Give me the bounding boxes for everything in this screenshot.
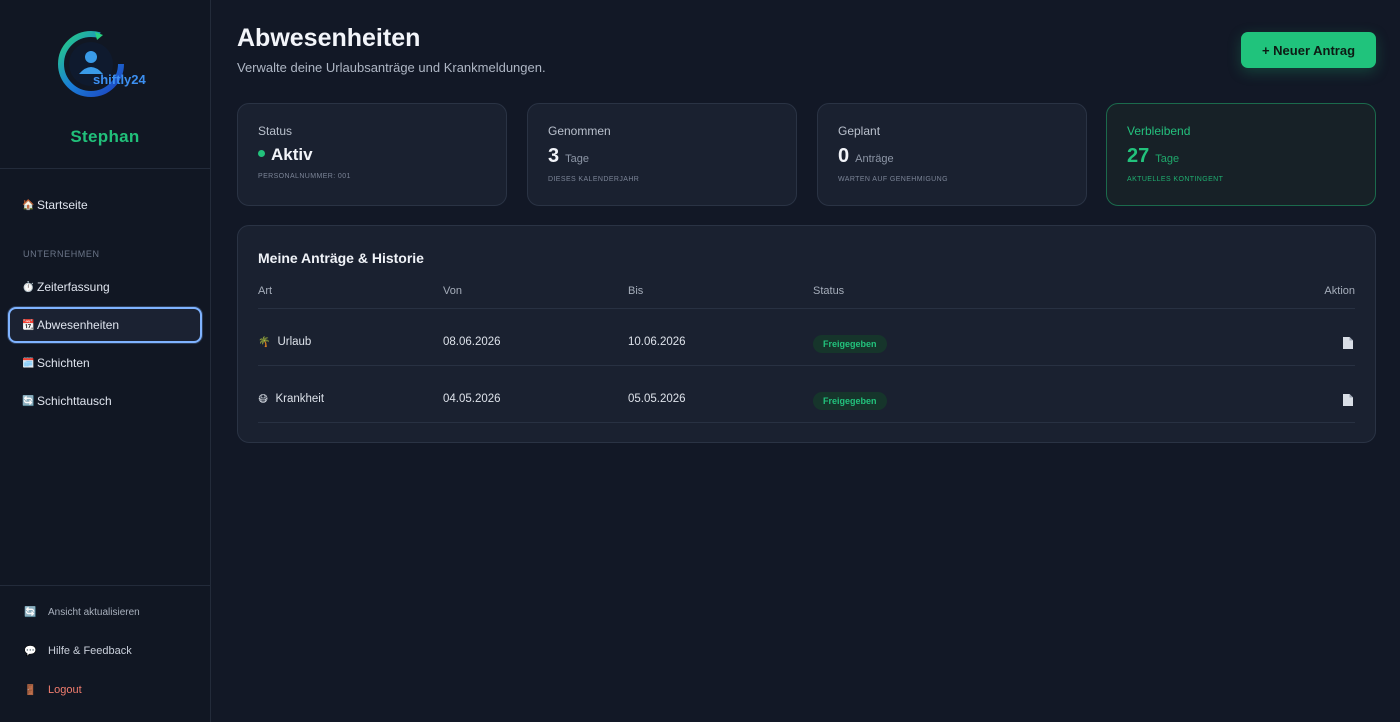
- app-logo[interactable]: shiftly24: [55, 30, 155, 102]
- help-feedback-button[interactable]: 💬 Hilfe & Feedback: [24, 645, 132, 657]
- card-unit: Anträge: [855, 153, 894, 165]
- card-value: 27: [1127, 145, 1150, 167]
- card-note: WARTEN AUF GENEHMIGUNG: [838, 176, 948, 183]
- sidebar: shiftly24 Stephan 🏠 Startseite UNTERNEHM…: [0, 0, 211, 722]
- remaining-card: Verbleibend 27 Tage AKTUELLES KONTINGENT: [1106, 103, 1376, 206]
- refresh-view-button[interactable]: 🔄 Ansicht aktualisieren: [24, 607, 140, 618]
- main-content: Abwesenheiten Verwalte deine Urlaubsantr…: [211, 0, 1400, 722]
- card-note: AKTUELLES KONTINGENT: [1127, 176, 1224, 183]
- taken-card: Genommen 3 Tage DIESES KALENDERJAHR: [527, 103, 797, 206]
- sidebar-nav: 🏠 Startseite UNTERNEHMEN ⏱️ Zeiterfassun…: [0, 169, 210, 585]
- row-from: 08.06.2026: [443, 336, 501, 348]
- status-badge: Freigegeben: [813, 335, 887, 353]
- refresh-icon: 🔄: [24, 607, 37, 618]
- sidebar-footer: 🔄 Ansicht aktualisieren 💬 Hilfe & Feedba…: [0, 585, 210, 722]
- card-note: PERSONALNUMMER: 001: [258, 173, 351, 180]
- sidebar-item-label: Startseite: [37, 198, 88, 212]
- swap-icon: 🔄: [22, 395, 35, 407]
- stopwatch-icon: ⏱️: [22, 281, 35, 293]
- logout-label: Logout: [48, 684, 82, 696]
- column-header-status: Status: [813, 285, 845, 297]
- user-name: Stephan: [70, 127, 140, 146]
- row-divider: [258, 365, 1355, 366]
- refresh-view-label: Ansicht aktualisieren: [48, 607, 140, 618]
- row-type: 🌴 Urlaub: [258, 336, 311, 348]
- sidebar-item-abwesenheiten[interactable]: 📆 Abwesenheiten: [8, 307, 202, 343]
- card-value: Aktiv: [271, 145, 313, 164]
- logout-button[interactable]: 🚪 Logout: [24, 684, 82, 696]
- brand-area: shiftly24 Stephan: [0, 0, 210, 169]
- card-unit: Tage: [565, 153, 589, 165]
- sick-face-icon: 😷: [258, 393, 269, 405]
- door-icon: 🚪: [24, 684, 37, 696]
- row-divider: [258, 422, 1355, 423]
- new-request-button[interactable]: + Neuer Antrag: [1241, 32, 1376, 68]
- nav-section-label: UNTERNEHMEN: [23, 249, 100, 259]
- page-subtitle: Verwalte deine Urlaubsanträge und Krankm…: [237, 60, 546, 75]
- row-type: 😷 Krankheit: [258, 393, 324, 405]
- row-to: 10.06.2026: [628, 336, 686, 348]
- help-feedback-label: Hilfe & Feedback: [48, 645, 132, 657]
- sidebar-item-schichten[interactable]: 🗓️ Schichten: [8, 345, 202, 381]
- card-value: 3: [548, 145, 560, 167]
- card-note: DIESES KALENDERJAHR: [548, 176, 640, 183]
- sidebar-item-startseite[interactable]: 🏠 Startseite: [8, 187, 202, 223]
- history-panel: Meine Anträge & Historie Art Von Bis Sta…: [237, 225, 1376, 443]
- document-icon[interactable]: [1343, 337, 1353, 349]
- calendar-pad-icon: 🗓️: [22, 357, 35, 369]
- speech-bubble-icon: 💬: [24, 645, 37, 657]
- column-header-bis: Bis: [628, 285, 644, 297]
- card-label: Verbleibend: [1127, 124, 1191, 138]
- card-label: Genommen: [548, 124, 611, 138]
- row-from: 04.05.2026: [443, 393, 501, 405]
- column-header-von: Von: [443, 285, 462, 297]
- history-title: Meine Anträge & Historie: [258, 250, 424, 266]
- svg-text:shiftly24: shiftly24: [93, 72, 147, 87]
- document-icon[interactable]: [1343, 394, 1353, 406]
- status-dot-icon: [258, 150, 265, 157]
- card-label: Geplant: [838, 124, 881, 138]
- status-card: Status Aktiv PERSONALNUMMER: 001: [237, 103, 507, 206]
- status-badge: Freigegeben: [813, 392, 887, 410]
- row-type-label: Urlaub: [277, 336, 312, 348]
- page-title: Abwesenheiten: [237, 24, 421, 52]
- palm-tree-icon: 🌴: [258, 336, 271, 348]
- card-value: 0: [838, 145, 850, 167]
- sidebar-item-label: Zeiterfassung: [37, 280, 110, 294]
- calendar-icon: 📆: [22, 319, 35, 331]
- planned-card: Geplant 0 Anträge WARTEN AUF GENEHMIGUNG: [817, 103, 1087, 206]
- home-icon: 🏠: [22, 199, 35, 211]
- row-to: 05.05.2026: [628, 393, 686, 405]
- sidebar-item-label: Schichten: [37, 356, 90, 370]
- card-label: Status: [258, 124, 293, 138]
- sidebar-item-label: Schichttausch: [37, 394, 112, 408]
- column-header-art: Art: [258, 285, 273, 297]
- sidebar-item-label: Abwesenheiten: [37, 318, 120, 332]
- sidebar-item-zeiterfassung[interactable]: ⏱️ Zeiterfassung: [8, 269, 202, 305]
- sidebar-item-schichttausch[interactable]: 🔄 Schichttausch: [8, 383, 202, 419]
- header-divider: [258, 308, 1355, 309]
- row-type-label: Krankheit: [275, 393, 325, 405]
- card-unit: Tage: [1155, 153, 1180, 165]
- column-header-aktion: Aktion: [1324, 285, 1355, 297]
